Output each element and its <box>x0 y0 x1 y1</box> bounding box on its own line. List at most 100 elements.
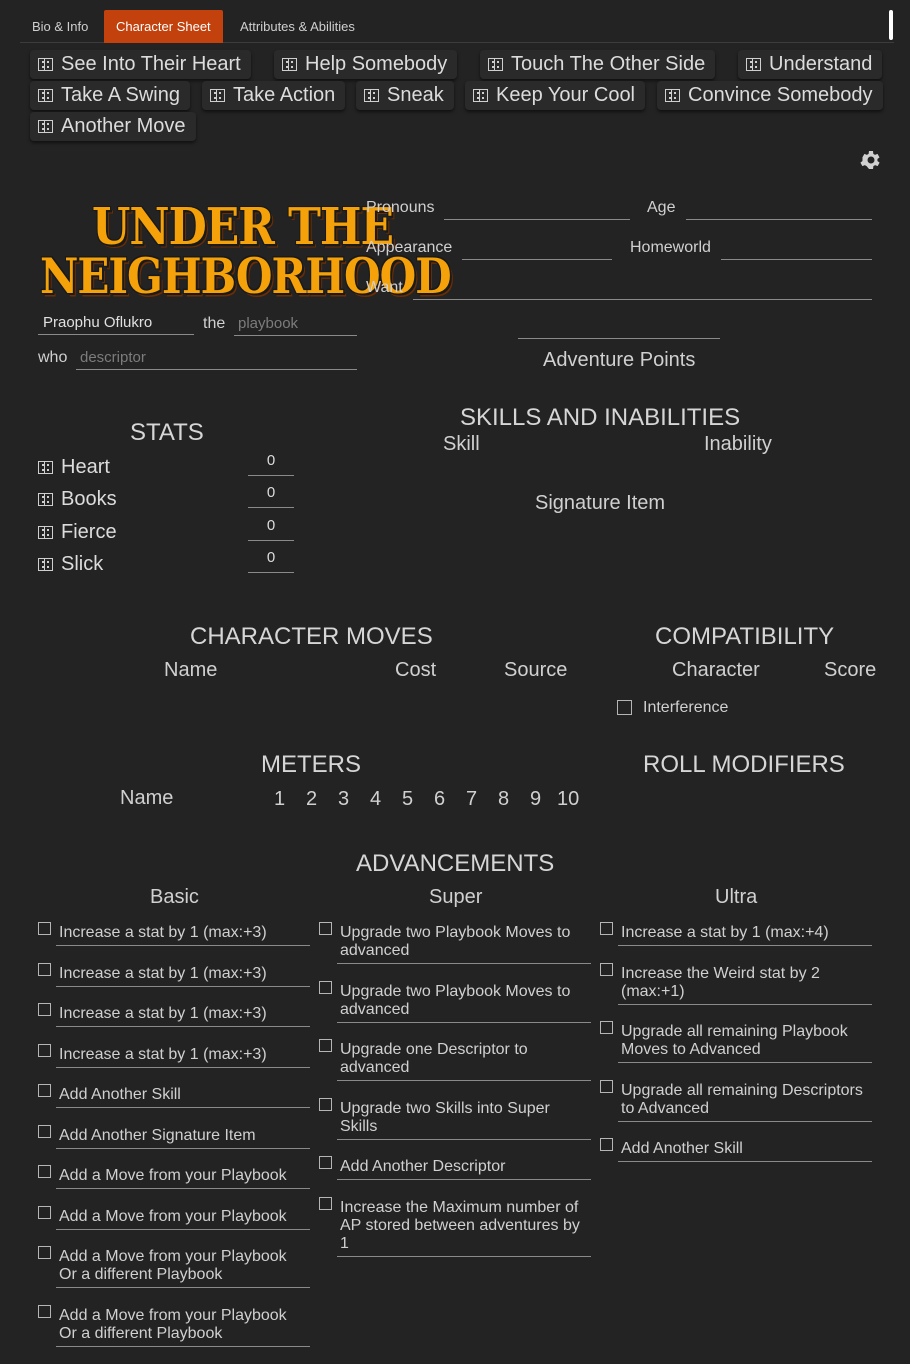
advancement-checkbox[interactable] <box>600 1138 613 1151</box>
advancement-label-line: Add Another Skill <box>59 1086 181 1103</box>
advancement-checkbox[interactable] <box>319 980 332 994</box>
advancement-underline <box>56 1147 310 1149</box>
dice-icon <box>473 89 488 102</box>
advancement-label-line: Upgrade one Descriptor to <box>340 1041 528 1058</box>
stat-roll-heart[interactable]: Heart <box>38 456 110 479</box>
advancement-checkbox[interactable] <box>38 1084 51 1097</box>
stat-roll-slick[interactable]: Slick <box>38 553 103 576</box>
advancement-checkbox[interactable] <box>38 1205 51 1219</box>
move-button-touch-the-other-side[interactable]: Touch The Other Side <box>480 50 716 79</box>
advancement-checkbox[interactable] <box>319 1156 332 1169</box>
advancement-checkbox[interactable] <box>319 922 332 935</box>
advancement-label-line: Increase a stat by 1 (max:+4) <box>621 924 829 941</box>
stat-roll-fierce[interactable]: Fierce <box>38 521 117 544</box>
move-label: Sneak <box>387 84 444 106</box>
meter-number: 9 <box>530 788 542 810</box>
scrollbar-handle[interactable] <box>889 10 893 40</box>
advancement-label: Increase the Maximum number of AP stored … <box>340 1199 591 1253</box>
advancement-underline <box>618 1120 872 1122</box>
compatibility-title: COMPATIBILITY <box>655 623 835 650</box>
appearance-field[interactable] <box>462 259 612 260</box>
advancement-checkbox[interactable] <box>319 1039 332 1052</box>
advancement-underline <box>56 1188 310 1189</box>
move-button-convince-somebody[interactable]: Convince Somebody <box>657 81 883 110</box>
advancement-underline <box>56 1345 310 1347</box>
advancement-label-line: AP stored between adventures by <box>340 1216 580 1234</box>
tab-bio-info[interactable]: Bio & Info <box>20 10 100 43</box>
advancement-checkbox[interactable] <box>38 922 51 935</box>
advancement-underline <box>337 1138 591 1140</box>
stat-value-books[interactable]: 0 <box>248 484 294 508</box>
homeworld-field[interactable] <box>721 259 872 260</box>
advancement-label-line: Add a Move from your Playbook <box>59 1248 287 1265</box>
advancement-checkbox[interactable] <box>319 1196 332 1210</box>
advancement-checkbox[interactable] <box>600 922 613 935</box>
advancement-checkbox[interactable] <box>600 962 613 976</box>
advancement-checkbox[interactable] <box>600 1021 613 1034</box>
meter-number: 1 <box>274 788 286 810</box>
move-button-keep-your-cool[interactable]: Keep Your Cool <box>465 81 646 110</box>
stat-row-fierce: Fierce 0 <box>38 517 298 547</box>
character-name-field[interactable] <box>38 334 194 335</box>
character-moves-title: CHARACTER MOVES <box>190 623 433 650</box>
advancement-checkbox[interactable] <box>38 1043 51 1057</box>
age-field[interactable] <box>686 219 872 220</box>
advancement-underline <box>56 1026 310 1027</box>
move-button-take-action[interactable]: Take Action <box>202 81 346 110</box>
advancement-label-line: Add a Move from your Playbook <box>59 1207 287 1225</box>
advancement-checkbox[interactable] <box>38 1124 51 1138</box>
advancement-checkbox[interactable] <box>38 962 51 976</box>
dice-icon <box>38 58 53 71</box>
gear-icon[interactable] <box>858 148 882 172</box>
stat-name: Slick <box>61 553 104 575</box>
move-button-see-into-their-heart[interactable]: See Into Their Heart <box>30 50 251 79</box>
advancement-checkbox[interactable] <box>38 1003 51 1016</box>
advancement-checkbox[interactable] <box>319 1097 332 1111</box>
advancement-label: Increase a stat by 1 (max:+3) <box>59 924 310 942</box>
stat-value-fierce[interactable]: 0 <box>248 517 294 541</box>
stat-value-heart[interactable]: 0 <box>248 452 294 476</box>
move-button-sneak[interactable]: Sneak <box>356 81 454 110</box>
playbook-field[interactable] <box>234 335 357 336</box>
stat-name: Heart <box>61 456 110 478</box>
advancement-checkbox[interactable] <box>38 1165 51 1178</box>
move-button-take-a-swing[interactable]: Take A Swing <box>30 81 190 110</box>
meter-number: 10 <box>557 788 580 810</box>
stat-roll-books[interactable]: Books <box>38 488 117 511</box>
advancement-label-line: Skills <box>340 1117 378 1135</box>
tab-character-sheet[interactable]: Character Sheet <box>104 10 223 43</box>
stat-name: Fierce <box>61 521 117 543</box>
advancement-underline <box>618 1161 872 1162</box>
move-button-understand[interactable]: Understand <box>738 50 883 79</box>
tab-attributes-abilities[interactable]: Attributes & Abilities <box>228 10 367 43</box>
move-button-help-somebody[interactable]: Help Somebody <box>274 50 458 79</box>
stat-row-slick: Slick 0 <box>38 549 298 579</box>
advancement-label-line: Add Another Descriptor <box>340 1158 506 1175</box>
advancement-label: Increase a stat by 1 (max:+3) <box>59 1005 310 1023</box>
advancement-label-line: Moves to Advanced <box>621 1041 761 1058</box>
advancement-label-line: (max:+1) <box>621 982 685 1000</box>
adventure-points-field[interactable] <box>518 338 720 339</box>
stat-value-slick[interactable]: 0 <box>248 549 294 573</box>
want-label: Want <box>366 279 403 296</box>
advancement-label-line: Increase the Maximum number of <box>340 1198 579 1216</box>
advancement-underline <box>56 1066 310 1068</box>
dice-icon <box>665 89 680 102</box>
advancement-checkbox[interactable] <box>600 1079 613 1093</box>
meter-number: 4 <box>370 788 382 810</box>
playbook-placeholder: playbook <box>238 315 299 332</box>
move-button-another-move[interactable]: Another Move <box>30 112 196 141</box>
interference-checkbox[interactable] <box>617 700 632 715</box>
advancement-checkbox[interactable] <box>38 1246 51 1259</box>
advancement-checkbox[interactable] <box>38 1304 51 1318</box>
pronouns-field[interactable] <box>444 219 630 220</box>
advancement-label-line: Increase a stat by 1 (max:+3) <box>59 1045 267 1063</box>
dice-icon <box>38 120 53 133</box>
move-label: Take A Swing <box>61 84 180 106</box>
advancement-underline <box>618 1062 872 1063</box>
advancement-label: Upgrade all remaining Playbook Moves to A… <box>621 1023 872 1059</box>
dice-icon <box>210 89 225 102</box>
descriptor-field[interactable] <box>76 369 357 370</box>
want-field[interactable] <box>413 299 872 300</box>
advancement-underline <box>56 985 310 987</box>
